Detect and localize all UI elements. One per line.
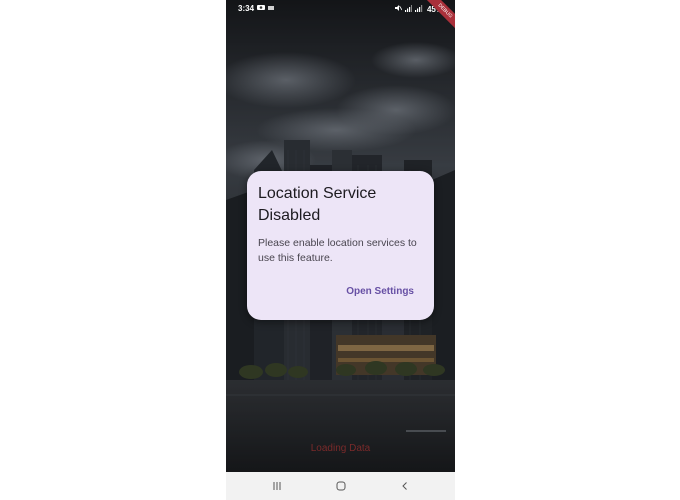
- loading-text: Loading Data: [310, 443, 371, 454]
- dialog-title: Location Service Disabled: [258, 185, 377, 224]
- status-left: 3:34: [238, 4, 275, 13]
- cell-signal-icon: [414, 4, 424, 14]
- open-settings-button[interactable]: Open Settings: [346, 286, 414, 297]
- status-bar: 3:34 45% DEBUG: [226, 0, 455, 35]
- back-icon[interactable]: [395, 479, 415, 493]
- location-service-dialog: Location Service Disabled Please enable …: [247, 171, 434, 320]
- navigation-bar: [226, 472, 455, 500]
- home-icon[interactable]: [331, 479, 351, 493]
- notification-icon: [257, 4, 266, 13]
- recent-apps-icon[interactable]: [267, 479, 287, 493]
- wifi-signal-icon: [404, 4, 412, 14]
- status-time: 3:34: [238, 4, 255, 13]
- dialog-message: Please enable location services to use t…: [258, 237, 417, 264]
- mute-icon: [394, 4, 403, 14]
- small-notification-icon: [268, 5, 275, 13]
- phone-screen: 3:34 45% DEBUG Location Service Disabled…: [226, 0, 455, 500]
